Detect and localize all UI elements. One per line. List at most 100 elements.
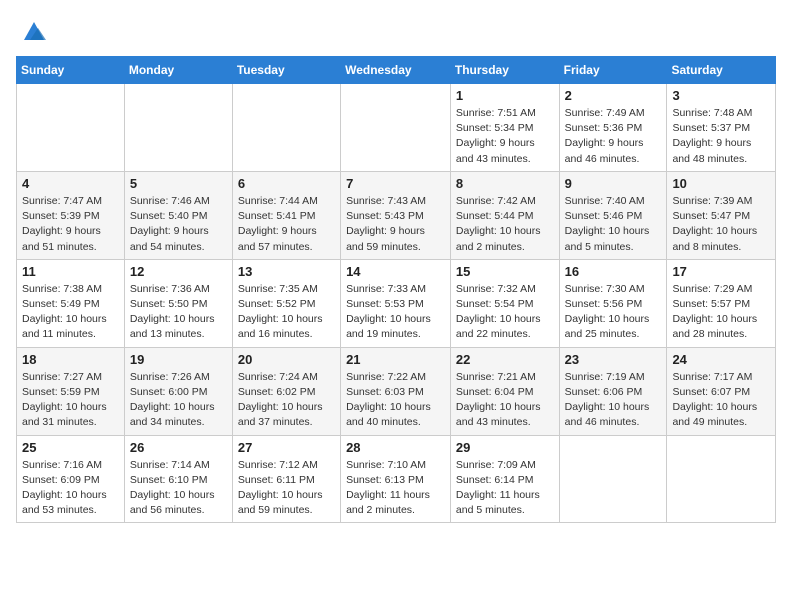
day-info: Sunrise: 7:40 AMSunset: 5:46 PMDaylight:… [565,194,662,255]
logo [16,16,48,44]
day-number: 15 [456,264,554,279]
calendar-cell: 8Sunrise: 7:42 AMSunset: 5:44 PMDaylight… [450,171,559,259]
calendar-week-row: 25 Sunrise: 7:16 AMSunset: 6:09 PMDayligh… [17,435,776,523]
day-number: 29 [456,440,554,455]
calendar-cell: 12 Sunrise: 7:36 AMSunset: 5:50 PMDayligh… [124,259,232,347]
calendar-cell: 10Sunrise: 7:39 AMSunset: 5:47 PMDayligh… [667,171,776,259]
day-number: 28 [346,440,445,455]
calendar-cell: 26 Sunrise: 7:14 AMSunset: 6:10 PMDayligh… [124,435,232,523]
day-number: 2 [565,88,662,103]
calendar-cell: 28 Sunrise: 7:10 AMSunset: 6:13 PMDayligh… [341,435,451,523]
day-info: Sunrise: 7:36 AMSunset: 5:50 PMDaylight:… [130,282,227,343]
day-number: 9 [565,176,662,191]
day-number: 23 [565,352,662,367]
calendar-cell: 23 Sunrise: 7:19 AMSunset: 6:06 PMDayligh… [559,347,667,435]
day-info: Sunrise: 7:26 AMSunset: 6:00 PMDaylight:… [130,370,227,431]
day-info: Sunrise: 7:19 AMSunset: 6:06 PMDaylight:… [565,370,662,431]
day-info: Sunrise: 7:38 AMSunset: 5:49 PMDaylight:… [22,282,119,343]
col-header-wednesday: Wednesday [341,57,451,84]
day-info: Sunrise: 7:46 AMSunset: 5:40 PMDaylight:… [130,194,227,255]
day-info: Sunrise: 7:24 AMSunset: 6:02 PMDaylight:… [238,370,335,431]
day-info: Sunrise: 7:32 AMSunset: 5:54 PMDaylight:… [456,282,554,343]
day-number: 10 [672,176,770,191]
calendar-cell: 25 Sunrise: 7:16 AMSunset: 6:09 PMDayligh… [17,435,125,523]
day-info: Sunrise: 7:44 AMSunset: 5:41 PMDaylight:… [238,194,335,255]
day-number: 5 [130,176,227,191]
day-number: 12 [130,264,227,279]
day-info: Sunrise: 7:35 AMSunset: 5:52 PMDaylight:… [238,282,335,343]
calendar-cell: 18 Sunrise: 7:27 AMSunset: 5:59 PMDayligh… [17,347,125,435]
day-number: 27 [238,440,335,455]
day-info: Sunrise: 7:30 AMSunset: 5:56 PMDaylight:… [565,282,662,343]
day-number: 11 [22,264,119,279]
calendar-cell [667,435,776,523]
day-number: 6 [238,176,335,191]
calendar-cell: 4 Sunrise: 7:47 AMSunset: 5:39 PMDaylight… [17,171,125,259]
day-number: 17 [672,264,770,279]
day-number: 4 [22,176,119,191]
col-header-tuesday: Tuesday [232,57,340,84]
day-info: Sunrise: 7:48 AMSunset: 5:37 PMDaylight:… [672,106,770,167]
calendar-cell: 3 Sunrise: 7:48 AMSunset: 5:37 PMDaylight… [667,84,776,172]
calendar-cell: 2 Sunrise: 7:49 AMSunset: 5:36 PMDaylight… [559,84,667,172]
calendar-cell: 13 Sunrise: 7:35 AMSunset: 5:52 PMDayligh… [232,259,340,347]
day-info: Sunrise: 7:14 AMSunset: 6:10 PMDaylight:… [130,458,227,519]
calendar-cell: 5 Sunrise: 7:46 AMSunset: 5:40 PMDaylight… [124,171,232,259]
page-header [16,16,776,44]
calendar-cell: 14 Sunrise: 7:33 AMSunset: 5:53 PMDayligh… [341,259,451,347]
calendar-cell: 11 Sunrise: 7:38 AMSunset: 5:49 PMDayligh… [17,259,125,347]
day-info: Sunrise: 7:27 AMSunset: 5:59 PMDaylight:… [22,370,119,431]
day-info: Sunrise: 7:49 AMSunset: 5:36 PMDaylight:… [565,106,662,167]
calendar-cell: 22Sunrise: 7:21 AMSunset: 6:04 PMDayligh… [450,347,559,435]
day-number: 19 [130,352,227,367]
calendar-cell: 20 Sunrise: 7:24 AMSunset: 6:02 PMDayligh… [232,347,340,435]
day-info: Sunrise: 7:16 AMSunset: 6:09 PMDaylight:… [22,458,119,519]
calendar-week-row: 18 Sunrise: 7:27 AMSunset: 5:59 PMDayligh… [17,347,776,435]
day-number: 1 [456,88,554,103]
day-number: 16 [565,264,662,279]
calendar-cell: 15 Sunrise: 7:32 AMSunset: 5:54 PMDayligh… [450,259,559,347]
calendar-cell: 1 Sunrise: 7:51 AMSunset: 5:34 PMDaylight… [450,84,559,172]
calendar-cell [124,84,232,172]
col-header-friday: Friday [559,57,667,84]
calendar-cell: 29 Sunrise: 7:09 AMSunset: 6:14 PMDayligh… [450,435,559,523]
day-info: Sunrise: 7:22 AMSunset: 6:03 PMDaylight:… [346,370,445,431]
calendar-cell [559,435,667,523]
day-number: 13 [238,264,335,279]
day-number: 24 [672,352,770,367]
calendar-cell [232,84,340,172]
calendar-week-row: 1 Sunrise: 7:51 AMSunset: 5:34 PMDaylight… [17,84,776,172]
day-info: Sunrise: 7:29 AMSunset: 5:57 PMDaylight:… [672,282,770,343]
day-number: 20 [238,352,335,367]
calendar-cell: 17 Sunrise: 7:29 AMSunset: 5:57 PMDayligh… [667,259,776,347]
day-info: Sunrise: 7:51 AMSunset: 5:34 PMDaylight:… [456,106,554,167]
calendar-cell: 6 Sunrise: 7:44 AMSunset: 5:41 PMDaylight… [232,171,340,259]
col-header-saturday: Saturday [667,57,776,84]
calendar-week-row: 4 Sunrise: 7:47 AMSunset: 5:39 PMDaylight… [17,171,776,259]
calendar-cell: 24 Sunrise: 7:17 AMSunset: 6:07 PMDayligh… [667,347,776,435]
col-header-thursday: Thursday [450,57,559,84]
day-number: 26 [130,440,227,455]
day-info: Sunrise: 7:47 AMSunset: 5:39 PMDaylight:… [22,194,119,255]
calendar-header-row: SundayMondayTuesdayWednesdayThursdayFrid… [17,57,776,84]
day-info: Sunrise: 7:10 AMSunset: 6:13 PMDaylight:… [346,458,445,519]
col-header-monday: Monday [124,57,232,84]
day-number: 3 [672,88,770,103]
day-info: Sunrise: 7:33 AMSunset: 5:53 PMDaylight:… [346,282,445,343]
calendar-cell: 7Sunrise: 7:43 AMSunset: 5:43 PMDaylight… [341,171,451,259]
col-header-sunday: Sunday [17,57,125,84]
day-info: Sunrise: 7:09 AMSunset: 6:14 PMDaylight:… [456,458,554,519]
calendar-cell: 9 Sunrise: 7:40 AMSunset: 5:46 PMDaylight… [559,171,667,259]
calendar-week-row: 11 Sunrise: 7:38 AMSunset: 5:49 PMDayligh… [17,259,776,347]
day-number: 8 [456,176,554,191]
calendar-cell [341,84,451,172]
day-number: 21 [346,352,445,367]
day-info: Sunrise: 7:12 AMSunset: 6:11 PMDaylight:… [238,458,335,519]
day-number: 14 [346,264,445,279]
day-number: 25 [22,440,119,455]
day-number: 7 [346,176,445,191]
day-info: Sunrise: 7:21 AMSunset: 6:04 PMDaylight:… [456,370,554,431]
calendar-cell: 19 Sunrise: 7:26 AMSunset: 6:00 PMDayligh… [124,347,232,435]
day-info: Sunrise: 7:17 AMSunset: 6:07 PMDaylight:… [672,370,770,431]
day-number: 18 [22,352,119,367]
